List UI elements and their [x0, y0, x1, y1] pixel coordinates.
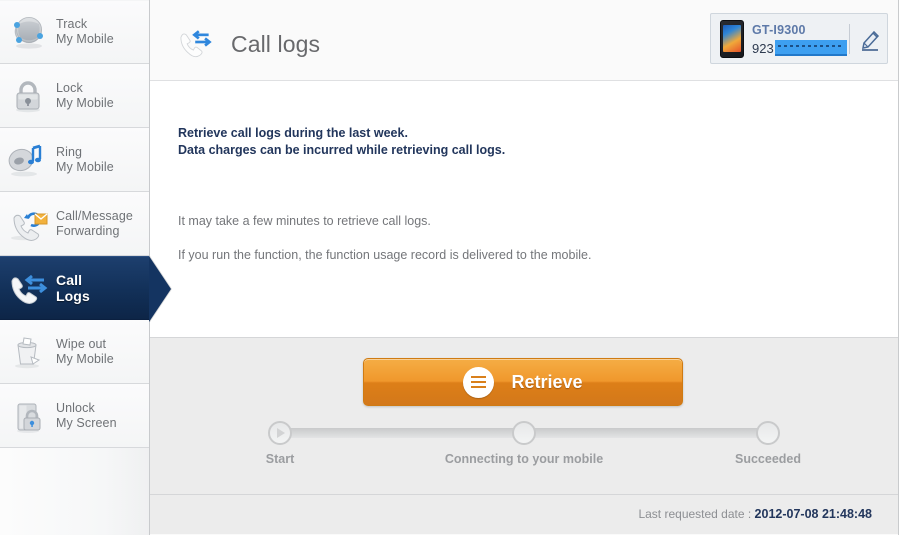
progress-step-2-label: Connecting to your mobile	[444, 452, 604, 466]
progress-step-3-node[interactable]	[756, 421, 780, 445]
sidebar-label-line1: Unlock	[56, 400, 95, 415]
call-logs-icon	[0, 261, 56, 315]
samsung-dive-window: Track My Mobile Lock My Mobile Ring My M…	[0, 0, 899, 535]
last-requested-date: Last requested date : 2012-07-08 21:48:4…	[638, 507, 872, 521]
sidebar-item-unlock-my-screen[interactable]: Unlock My Screen	[0, 384, 149, 448]
sidebar-label-line1: Wipe out	[56, 336, 107, 351]
device-number-redaction-bar	[774, 40, 847, 56]
retrieve-button-label: Retrieve	[511, 371, 583, 392]
progress-step-2-node[interactable]	[512, 421, 536, 445]
progress-labels: Start Connecting to your mobile Succeede…	[265, 452, 801, 470]
sidebar-item-track-my-mobile[interactable]: Track My Mobile	[0, 0, 149, 64]
list-lines-icon	[463, 366, 495, 398]
globe-icon	[0, 5, 56, 59]
call-logs-icon	[176, 25, 218, 64]
progress-step-3-label: Succeeded	[734, 452, 802, 466]
notice-text: Retrieve call logs during the last week.…	[178, 125, 505, 159]
sidebar-item-label: Track My Mobile	[56, 17, 114, 47]
content-area: Retrieve call logs during the last week.…	[150, 81, 898, 384]
page-footer: Last requested date : 2012-07-08 21:48:4…	[150, 495, 898, 534]
hint-text: It may take a few minutes to retrieve ca…	[178, 213, 591, 263]
sidebar-item-label: Lock My Mobile	[56, 81, 114, 111]
retrieve-button[interactable]: Retrieve	[363, 358, 683, 406]
main-panel: Call logs GT-I9300 923 Retrieve call log…	[150, 0, 898, 535]
device-number-prefix: 923	[752, 40, 774, 56]
active-item-pointer	[149, 256, 171, 322]
device-model-label: GT-I9300	[752, 23, 806, 37]
device-number-row: 923	[752, 40, 847, 56]
padlock-icon	[0, 69, 56, 123]
trash-bin-icon	[0, 325, 56, 379]
action-area: Retrieve Start Connecting to your mobile…	[150, 338, 898, 495]
notice-line-2: Data charges can be incurred while retri…	[178, 143, 506, 157]
sidebar-nav: Track My Mobile Lock My Mobile Ring My M…	[0, 0, 171, 535]
sidebar-item-label: Unlock My Screen	[56, 401, 117, 431]
notice-line-1: Retrieve call logs during the last week.	[178, 126, 408, 140]
sidebar-label-line1: Track	[56, 17, 88, 31]
sidebar-item-wipe-out-my-mobile[interactable]: Wipe out My Mobile	[0, 320, 149, 384]
pencil-edit-icon[interactable]	[850, 19, 892, 59]
sidebar-label-line1: Call	[56, 272, 83, 288]
sidebar-item-ring-my-mobile[interactable]: Ring My Mobile	[0, 128, 149, 192]
sidebar-item-call-message-forwarding[interactable]: Call/Message Forwarding	[0, 192, 149, 256]
sidebar-label-line2: My Mobile	[56, 32, 114, 46]
hint-line-2: If you run the function, the function us…	[178, 248, 592, 262]
hint-line-1: It may take a few minutes to retrieve ca…	[178, 214, 431, 228]
progress-step-1-node[interactable]	[268, 421, 292, 445]
device-details: GT-I9300 923	[752, 21, 847, 56]
sidebar-item-call-logs[interactable]: Call Logs	[0, 256, 171, 322]
page-header: Call logs GT-I9300 923	[150, 0, 898, 81]
screen-unlock-icon	[0, 389, 56, 443]
sidebar-label-line2: Forwarding	[56, 223, 120, 238]
page-title-group: Call logs	[176, 25, 320, 64]
speaker-music-icon	[0, 133, 56, 187]
sidebar-item-label: Call Logs	[56, 272, 90, 304]
sidebar-label-line2: Logs	[56, 288, 90, 304]
call-forwarding-icon	[0, 197, 56, 251]
sidebar-label-line2: My Mobile	[56, 95, 114, 110]
phone-thumbnail-icon	[720, 19, 744, 58]
progress-tracker	[268, 421, 780, 445]
sidebar-item-label: Call/Message Forwarding	[56, 209, 133, 239]
sidebar-label-line1: Call/Message	[56, 208, 133, 223]
sidebar-item-lock-my-mobile[interactable]: Lock My Mobile	[0, 64, 149, 128]
sidebar-label-line1: Ring	[56, 144, 83, 159]
sidebar-label-line2: My Screen	[56, 415, 117, 430]
last-requested-date-value: 2012-07-08 21:48:48	[754, 507, 872, 521]
sidebar-item-label: Wipe out My Mobile	[56, 337, 114, 367]
sidebar-item-label: Ring My Mobile	[56, 145, 114, 175]
page-title: Call logs	[231, 31, 321, 57]
sidebar-label-line2: My Mobile	[56, 159, 114, 174]
device-info-box[interactable]: GT-I9300 923	[710, 13, 888, 64]
sidebar-label-line2: My Mobile	[56, 351, 114, 366]
progress-step-1-label: Start	[265, 452, 295, 466]
sidebar-label-line1: Lock	[56, 80, 83, 95]
last-requested-date-label: Last requested date :	[638, 507, 755, 521]
